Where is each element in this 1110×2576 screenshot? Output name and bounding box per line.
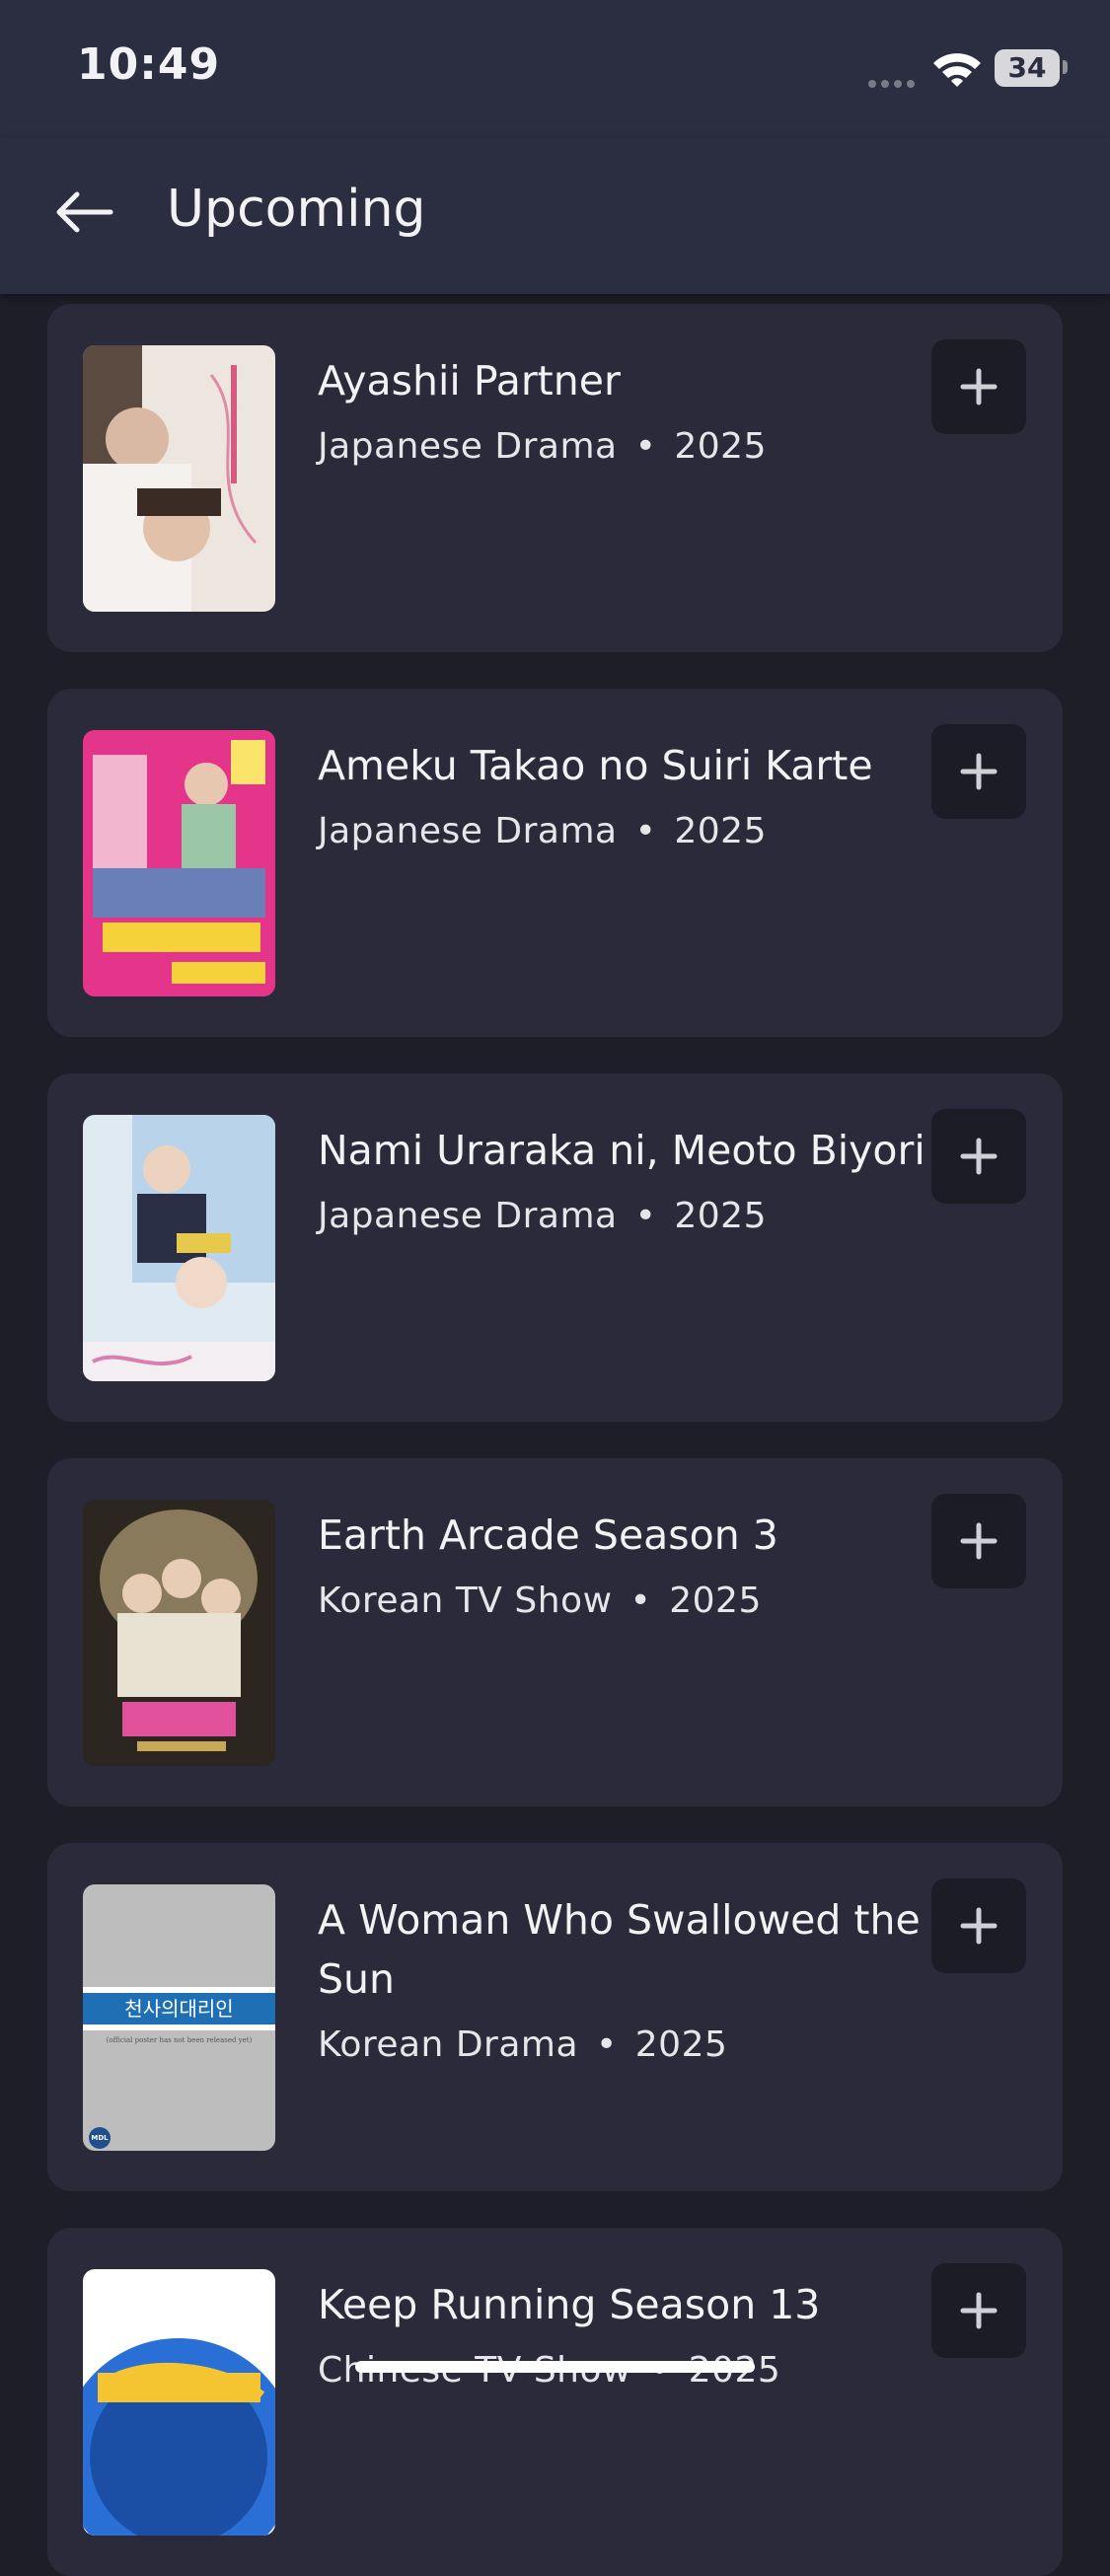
- plus-icon: [960, 2292, 998, 2329]
- item-type: Japanese Drama: [318, 811, 618, 851]
- plus-icon: [960, 753, 998, 790]
- plus-icon: [960, 1138, 998, 1175]
- mdl-logo: MDL: [89, 2127, 111, 2149]
- item-meta: Korean TV Show • 2025: [318, 1581, 762, 1621]
- item-year: 2025: [669, 1581, 762, 1621]
- poster-image: [83, 345, 275, 612]
- cellular-signal-icon: [868, 73, 922, 88]
- item-title: Nami Uraraka ni, Meoto Biyori: [318, 1127, 925, 1174]
- poster-korean-title: 천사의대리인: [83, 1993, 275, 2024]
- plus-icon: [960, 1907, 998, 1945]
- poster-image: 천사의대리인 (official poster has not been rel…: [83, 1884, 275, 2151]
- separator-dot: •: [596, 2024, 618, 2065]
- add-button[interactable]: [931, 724, 1026, 819]
- item-year: 2025: [634, 2024, 728, 2065]
- status-time: 10:49: [77, 39, 221, 90]
- list-item[interactable]: Ayashii Partner Japanese Drama • 2025: [47, 304, 1063, 652]
- separator-dot: •: [634, 811, 657, 851]
- list-item[interactable]: Earth Arcade Season 3 Korean TV Show • 202…: [47, 1458, 1063, 1806]
- poster-image: [83, 1115, 275, 1381]
- wifi-icon: [933, 53, 981, 87]
- status-bar: 10:49 34: [0, 0, 1110, 138]
- item-meta: Japanese Drama • 2025: [318, 426, 767, 467]
- poster-note: (official poster has not been released y…: [106, 2036, 253, 2044]
- poster-image: [83, 2269, 275, 2536]
- item-title: A Woman Who Swallowed the Sun: [318, 1896, 921, 2003]
- item-type: Korean Drama: [318, 2024, 579, 2065]
- list-item[interactable]: 천사의대리인 (official poster has not been rel…: [47, 1843, 1063, 2191]
- separator-dot: •: [629, 1581, 652, 1621]
- item-type: Japanese Drama: [318, 1196, 618, 1236]
- add-button[interactable]: [931, 1494, 1026, 1588]
- home-indicator[interactable]: [355, 2361, 755, 2373]
- app-bar: Upcoming: [0, 138, 1110, 294]
- add-button[interactable]: [931, 1109, 1026, 1204]
- list-item[interactable]: Keep Running Season 13 Chinese TV Show•2…: [47, 2228, 1063, 2576]
- poster-image: [83, 730, 275, 996]
- item-meta: Japanese Drama • 2025: [318, 811, 767, 851]
- add-button[interactable]: [931, 1878, 1026, 1973]
- separator-dot: •: [634, 426, 657, 467]
- list-item[interactable]: Ameku Takao no Suiri Karte Japanese Dram…: [47, 689, 1063, 1037]
- item-title: Keep Running Season 13: [318, 2281, 821, 2328]
- item-year: 2025: [674, 811, 767, 851]
- poster-image: [83, 1500, 275, 1766]
- item-meta: Korean Drama • 2025: [318, 2024, 727, 2065]
- plus-icon: [960, 368, 998, 405]
- page-title: Upcoming: [167, 180, 426, 239]
- add-button[interactable]: [931, 2263, 1026, 2358]
- battery-icon: 34: [995, 49, 1060, 87]
- battery-tip: [1063, 60, 1068, 74]
- item-year: 2025: [674, 1196, 767, 1236]
- separator-dot: •: [634, 1196, 657, 1236]
- plus-icon: [960, 1522, 998, 1560]
- item-title: Earth Arcade Season 3: [318, 1511, 778, 1559]
- item-type: Japanese Drama: [318, 426, 618, 467]
- list-item[interactable]: Nami Uraraka ni, Meoto Biyori Japanese D…: [47, 1073, 1063, 1422]
- item-year: 2025: [674, 426, 767, 467]
- back-arrow-icon[interactable]: [49, 178, 118, 247]
- item-meta: Japanese Drama • 2025: [318, 1196, 767, 1236]
- add-button[interactable]: [931, 339, 1026, 434]
- item-title: Ameku Takao no Suiri Karte: [318, 742, 873, 789]
- item-title: Ayashii Partner: [318, 357, 621, 405]
- item-type: Korean TV Show: [318, 1581, 613, 1621]
